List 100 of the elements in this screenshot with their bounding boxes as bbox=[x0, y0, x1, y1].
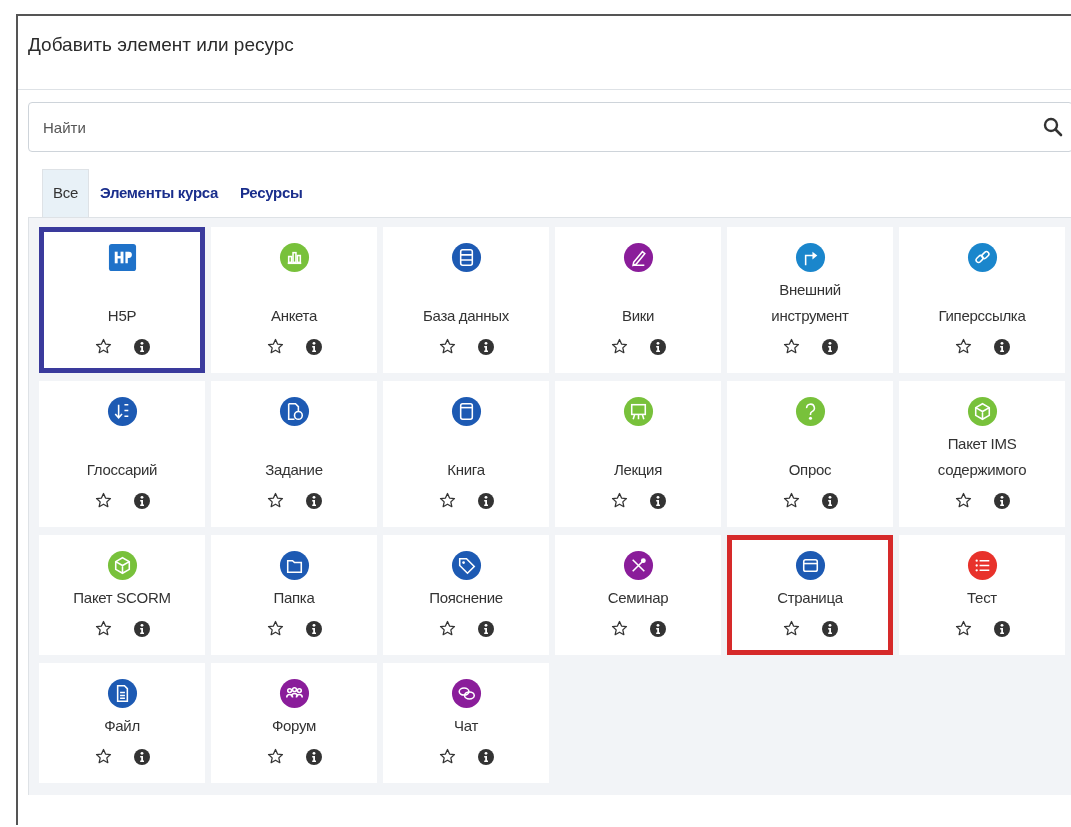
info-button[interactable] bbox=[477, 620, 494, 637]
star-button[interactable] bbox=[782, 338, 800, 355]
info-button[interactable] bbox=[133, 748, 150, 765]
activity-tile[interactable]: Внешний инструмент bbox=[727, 226, 893, 373]
info-icon bbox=[477, 748, 494, 765]
star-button[interactable] bbox=[954, 492, 972, 509]
info-button[interactable] bbox=[477, 748, 494, 765]
activity-tile[interactable]: Гиперссылка bbox=[899, 226, 1065, 373]
activity-name: Форум bbox=[271, 715, 317, 736]
info-button[interactable] bbox=[993, 620, 1010, 637]
info-icon bbox=[649, 492, 666, 509]
info-icon bbox=[821, 338, 838, 355]
star-icon bbox=[610, 338, 628, 355]
star-icon bbox=[94, 748, 112, 765]
star-button[interactable] bbox=[94, 492, 112, 509]
info-button[interactable] bbox=[477, 338, 494, 355]
info-button[interactable] bbox=[993, 338, 1010, 355]
star-button[interactable] bbox=[954, 620, 972, 637]
info-icon bbox=[477, 492, 494, 509]
star-icon bbox=[94, 338, 112, 355]
activity-tile[interactable]: Книга bbox=[383, 380, 549, 527]
activity-tile[interactable]: Пакет SCORM bbox=[39, 534, 205, 655]
activity-name: Чат bbox=[454, 715, 478, 736]
info-icon bbox=[133, 620, 150, 637]
info-icon bbox=[477, 338, 494, 355]
star-button[interactable] bbox=[610, 338, 628, 355]
star-icon bbox=[782, 338, 800, 355]
star-icon bbox=[954, 338, 972, 355]
star-button[interactable] bbox=[266, 492, 284, 509]
info-button[interactable] bbox=[305, 338, 322, 355]
activity-tile[interactable]: Пояснение bbox=[383, 534, 549, 655]
star-button[interactable] bbox=[610, 492, 628, 509]
info-icon bbox=[305, 620, 322, 637]
info-button[interactable] bbox=[993, 492, 1010, 509]
tab[interactable]: Элементы курса bbox=[88, 169, 230, 217]
star-button[interactable] bbox=[610, 620, 628, 637]
star-icon bbox=[954, 620, 972, 637]
star-button[interactable] bbox=[438, 338, 456, 355]
info-icon bbox=[993, 620, 1010, 637]
activity-tile[interactable]: Файл bbox=[39, 662, 205, 783]
info-button[interactable] bbox=[305, 492, 322, 509]
star-button[interactable] bbox=[438, 492, 456, 509]
info-button[interactable] bbox=[477, 492, 494, 509]
activity-tile[interactable]: Вики bbox=[555, 226, 721, 373]
star-icon bbox=[610, 620, 628, 637]
activity-tile[interactable]: Опрос bbox=[727, 380, 893, 527]
activity-name: Гиперссылка bbox=[938, 305, 1026, 326]
activity-name: H5P bbox=[107, 305, 137, 326]
star-button[interactable] bbox=[438, 748, 456, 765]
info-button[interactable] bbox=[305, 748, 322, 765]
activity-tile[interactable]: Глоссарий bbox=[39, 380, 205, 527]
star-button[interactable] bbox=[782, 620, 800, 637]
activity-tile[interactable]: Тест bbox=[899, 534, 1065, 655]
info-button[interactable] bbox=[133, 620, 150, 637]
info-button[interactable] bbox=[133, 338, 150, 355]
activity-tile[interactable]: Задание bbox=[211, 380, 377, 527]
activity-tile[interactable]: База данных bbox=[383, 226, 549, 373]
star-icon bbox=[94, 620, 112, 637]
star-button[interactable] bbox=[94, 338, 112, 355]
star-button[interactable] bbox=[94, 748, 112, 765]
activity-tile[interactable]: H5P bbox=[39, 226, 205, 373]
info-icon bbox=[305, 338, 322, 355]
star-button[interactable] bbox=[266, 620, 284, 637]
info-button[interactable] bbox=[133, 492, 150, 509]
activity-name: Глоссарий bbox=[86, 459, 158, 480]
activity-name: Лекция bbox=[613, 459, 662, 480]
activity-tile[interactable]: Лекция bbox=[555, 380, 721, 527]
star-button[interactable] bbox=[266, 748, 284, 765]
star-icon bbox=[438, 338, 456, 355]
activity-tile[interactable]: Папка bbox=[211, 534, 377, 655]
star-button[interactable] bbox=[438, 620, 456, 637]
info-button[interactable] bbox=[821, 338, 838, 355]
info-button[interactable] bbox=[649, 492, 666, 509]
tab[interactable]: Все bbox=[42, 169, 89, 217]
activity-name: Пакет IMS содержимого bbox=[936, 433, 1028, 480]
star-button[interactable] bbox=[266, 338, 284, 355]
star-button[interactable] bbox=[782, 492, 800, 509]
activity-tile[interactable]: Форум bbox=[211, 662, 377, 783]
info-button[interactable] bbox=[649, 620, 666, 637]
activity-name: Пояснение bbox=[429, 587, 503, 608]
info-button[interactable] bbox=[649, 338, 666, 355]
activity-tile[interactable]: Страница bbox=[727, 534, 893, 655]
star-icon bbox=[266, 748, 284, 765]
activity-name: Страница bbox=[777, 587, 843, 608]
info-icon bbox=[133, 338, 150, 355]
activity-tile[interactable]: Семинар bbox=[555, 534, 721, 655]
search-field[interactable]: Найти bbox=[28, 102, 1071, 152]
activity-name: Семинар bbox=[607, 587, 669, 608]
activity-tile[interactable]: Чат bbox=[383, 662, 549, 783]
activity-tile[interactable]: Пакет IMS содержимого bbox=[899, 380, 1065, 527]
activity-tile[interactable]: Анкета bbox=[211, 226, 377, 373]
star-icon bbox=[782, 492, 800, 509]
tab[interactable]: Ресурсы bbox=[229, 169, 314, 217]
star-button[interactable] bbox=[94, 620, 112, 637]
info-icon bbox=[649, 620, 666, 637]
star-button[interactable] bbox=[954, 338, 972, 355]
info-button[interactable] bbox=[305, 620, 322, 637]
info-button[interactable] bbox=[821, 492, 838, 509]
info-button[interactable] bbox=[821, 620, 838, 637]
info-icon bbox=[993, 338, 1010, 355]
